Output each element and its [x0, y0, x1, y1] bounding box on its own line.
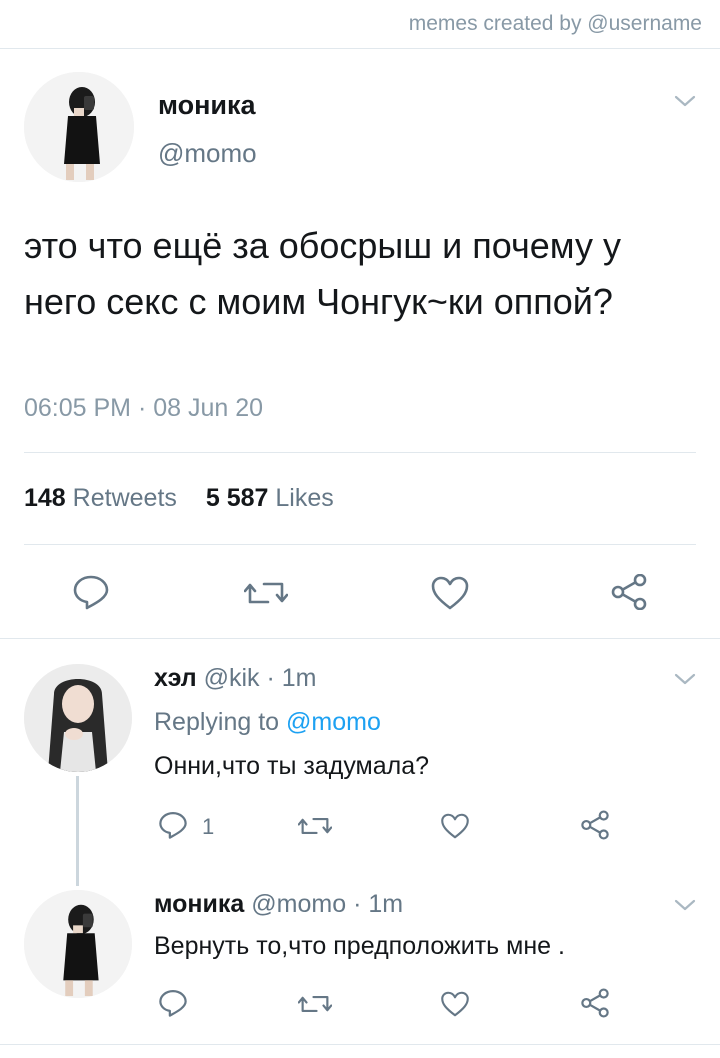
reply-display-name[interactable]: хэл	[154, 664, 197, 692]
retweets-count[interactable]: 148	[24, 484, 66, 512]
chevron-down-icon[interactable]	[674, 94, 696, 108]
tweet-stats: 148 Retweets 5 587 Likes	[24, 484, 334, 513]
main-handle[interactable]: @momo	[158, 138, 257, 169]
reply-handle[interactable]: @momo	[251, 890, 346, 918]
reply-text: Онни,что ты задумала?	[154, 752, 430, 780]
likes-count[interactable]: 5 587	[206, 484, 269, 512]
thread-connector	[76, 776, 79, 886]
reply-count: 1	[202, 814, 215, 839]
reply-time: · 1m	[353, 890, 404, 918]
reply-display-name[interactable]: моника	[154, 890, 244, 918]
like-icon[interactable]	[440, 812, 470, 840]
watermark: memes created by @username	[408, 12, 702, 35]
top-divider	[0, 48, 720, 49]
chevron-down-icon[interactable]	[674, 898, 696, 912]
reply-icon[interactable]	[158, 988, 188, 1018]
like-icon[interactable]	[440, 990, 470, 1018]
share-icon[interactable]	[580, 988, 610, 1018]
like-icon[interactable]	[430, 575, 470, 611]
reply-icon[interactable]	[72, 574, 110, 610]
tweet-text: это что ещё за обосрыш и почему у него с…	[24, 225, 621, 322]
replying-to: Replying to @momo	[154, 708, 381, 737]
divider	[0, 1044, 720, 1045]
retweets-label[interactable]: Retweets	[73, 484, 177, 512]
avatar[interactable]	[24, 890, 132, 998]
tweet-timestamp[interactable]: 06:05 PM · 08 Jun 20	[24, 394, 263, 423]
divider	[24, 452, 696, 453]
reply-icon[interactable]	[158, 810, 188, 840]
divider	[0, 638, 720, 639]
replying-mention[interactable]: @momo	[286, 708, 381, 736]
reply-text: Вернуть то,что предположить мне .	[154, 932, 565, 960]
share-icon[interactable]	[610, 574, 648, 610]
retweet-icon[interactable]	[298, 814, 332, 838]
share-icon[interactable]	[580, 810, 610, 840]
main-display-name[interactable]: моника	[158, 90, 256, 121]
retweet-icon[interactable]	[244, 578, 288, 608]
divider	[24, 544, 696, 545]
reply-time: · 1m	[266, 664, 317, 692]
reply-handle[interactable]: @kik	[204, 664, 260, 692]
likes-label[interactable]: Likes	[275, 484, 333, 512]
avatar[interactable]	[24, 664, 132, 772]
retweet-icon[interactable]	[298, 992, 332, 1016]
replying-prefix: Replying to	[154, 708, 280, 736]
chevron-down-icon[interactable]	[674, 672, 696, 686]
avatar[interactable]	[24, 72, 134, 182]
